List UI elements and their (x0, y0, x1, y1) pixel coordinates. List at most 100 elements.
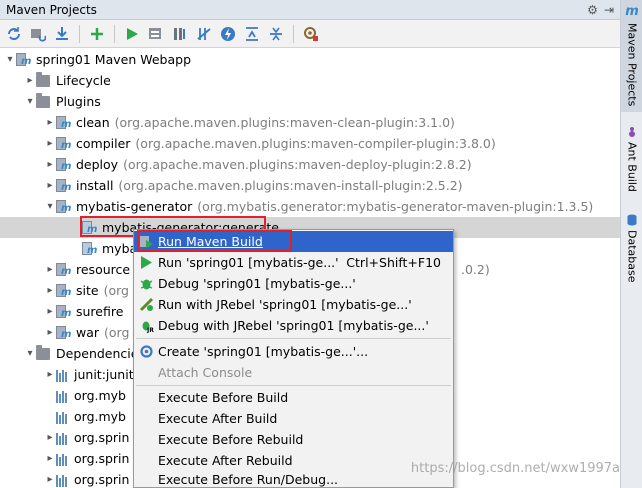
menu-item-run[interactable]: Run 'spring01 [mybatis-ge...' Ctrl+Shift… (134, 252, 453, 273)
plugin-name: site (76, 283, 99, 298)
library-icon (56, 368, 70, 382)
menu-item-debug-jrebel[interactable]: JR Debug with JRebel 'spring01 [mybatis-… (134, 315, 453, 336)
tab-label: Ant Build (625, 142, 639, 192)
database-icon (627, 214, 637, 226)
menu-item-execute-before-run-debug[interactable]: Execute Before Run/Debug... (134, 471, 453, 487)
generate-sources-icon[interactable] (28, 24, 48, 44)
plugin-name: clean (76, 115, 110, 130)
chevron-down-icon[interactable]: ▾ (24, 348, 36, 359)
plugin-row[interactable]: ▾ m mybatis-generator (org.mybatis.gener… (0, 196, 620, 217)
ant-icon (629, 127, 635, 137)
dependency-label: org.sprin (74, 472, 130, 487)
menu-item-execute-before-rebuild[interactable]: Execute Before Rebuild (134, 429, 453, 450)
dependency-label: junit:junit (74, 367, 134, 382)
chevron-down-icon[interactable]: ▾ (4, 54, 16, 65)
menu-item-label: Debug 'spring01 [mybatis-ge...' (158, 276, 356, 291)
tool-window-header: Maven Projects ⚙ ⇥ (0, 0, 620, 20)
collapse-all-icon[interactable] (242, 24, 262, 44)
plugin-name: install (76, 178, 114, 193)
plugin-row[interactable]: ▸ m clean (org.apache.maven.plugins:mave… (0, 112, 620, 133)
library-icon (56, 473, 70, 487)
chevron-right-icon[interactable]: ▸ (44, 138, 56, 149)
chevron-right-icon[interactable]: ▸ (44, 432, 56, 443)
tree-node-project[interactable]: ▾ m spring01 Maven Webapp (0, 49, 620, 70)
menu-item-label: Execute After Build (158, 411, 278, 426)
chevron-right-icon[interactable]: ▸ (44, 306, 56, 317)
folder-icon (36, 92, 52, 110)
library-icon (56, 410, 70, 424)
chevron-down-icon[interactable]: ▾ (44, 201, 56, 212)
menu-item-label: Run with JRebel 'spring01 [mybatis-ge...… (158, 297, 412, 312)
maven-plugin-icon: m (56, 283, 72, 299)
maven-plugin-icon: m (56, 304, 72, 320)
plugin-coordinates: (org.mybatis.generator:mybatis-generator… (197, 199, 594, 214)
menu-item-run-maven-build[interactable]: Run Maven Build (134, 231, 453, 252)
maven-goal-icon: m (82, 241, 98, 257)
jrebel-run-icon (139, 297, 154, 312)
plugin-name: resource (76, 262, 131, 277)
dependency-label: org.myb (74, 388, 126, 403)
expand-all-icon[interactable] (266, 24, 286, 44)
plugin-name: deploy (76, 157, 119, 172)
create-config-icon (140, 345, 153, 358)
menu-item-label: Run Maven Build (158, 234, 263, 249)
chevron-right-icon[interactable]: ▸ (24, 75, 36, 86)
run-configuration-icon[interactable] (146, 24, 166, 44)
plugin-coordinates: (org (104, 325, 130, 340)
plugin-row[interactable]: ▸ m install (org.apache.maven.plugins:ma… (0, 175, 620, 196)
tab-maven-projects[interactable]: m Maven Projects (621, 0, 642, 112)
gear-icon[interactable]: ⚙ (587, 3, 598, 17)
dependency-label: org.myb (74, 409, 126, 424)
menu-item-label: Debug with JRebel 'spring01 [mybatis-ge.… (158, 318, 429, 333)
menu-item-run-jrebel[interactable]: Run with JRebel 'spring01 [mybatis-ge...… (134, 294, 453, 315)
lifecycle-label: Lifecycle (56, 73, 111, 88)
plugin-row[interactable]: ▸ m compiler (org.apache.maven.plugins:m… (0, 133, 620, 154)
dependencies-label: Dependencies (56, 346, 145, 361)
chevron-right-icon[interactable]: ▸ (44, 159, 56, 170)
menu-item-create-config[interactable]: Create 'spring01 [mybatis-ge...'... (134, 341, 453, 362)
maven-plugin-icon: m (56, 178, 72, 194)
menu-item-debug[interactable]: Debug 'spring01 [mybatis-ge...' (134, 273, 453, 294)
chevron-right-icon[interactable]: ▸ (44, 180, 56, 191)
maven-plugin-icon: m (56, 115, 72, 131)
jrebel-debug-icon: JR (142, 321, 154, 333)
settings-icon[interactable] (301, 24, 321, 44)
library-icon (56, 389, 70, 403)
maven-plugin-icon: m (56, 262, 72, 278)
debug-icon (140, 279, 153, 290)
menu-item-execute-after-build[interactable]: Execute After Build (134, 408, 453, 429)
maven-plugin-icon: m (56, 325, 72, 341)
chevron-down-icon[interactable]: ▾ (24, 96, 36, 107)
plugin-name: surefire (76, 304, 124, 319)
tab-ant-build[interactable]: Ant Build (621, 126, 642, 206)
menu-item-execute-before-build[interactable]: Execute Before Build (134, 387, 453, 408)
chevron-right-icon[interactable]: ▸ (44, 285, 56, 296)
tree-node-plugins[interactable]: ▾ Plugins (0, 91, 620, 112)
chevron-right-icon[interactable]: ▸ (44, 264, 56, 275)
maven-toolbar (0, 20, 620, 48)
chevron-right-icon[interactable]: ▸ (44, 327, 56, 338)
tab-database[interactable]: Database (621, 214, 642, 294)
menu-item-execute-after-rebuild[interactable]: Execute After Rebuild (134, 450, 453, 471)
tree-node-lifecycle[interactable]: ▸ Lifecycle (0, 70, 620, 91)
hide-panel-icon[interactable]: ⇥ (604, 3, 614, 17)
chevron-right-icon[interactable]: ▸ (44, 369, 56, 380)
tab-label: Database (625, 230, 639, 283)
chevron-right-icon[interactable]: ▸ (44, 117, 56, 128)
right-tool-strip: m Maven Projects Ant Build Database (620, 0, 642, 488)
maven-icon: m (625, 4, 639, 19)
run-icon[interactable] (122, 24, 142, 44)
lightning-icon[interactable] (218, 24, 238, 44)
skip-tests-icon[interactable] (194, 24, 214, 44)
add-icon[interactable] (87, 24, 107, 44)
toggle-offline-icon[interactable] (170, 24, 190, 44)
plugin-coordinates: (org.apache.maven.plugins:maven-clean-pl… (114, 115, 455, 130)
plugin-name: mybatis-generator (76, 199, 193, 214)
download-icon[interactable] (52, 24, 72, 44)
chevron-right-icon[interactable]: ▸ (44, 474, 56, 485)
tab-label: Maven Projects (625, 23, 639, 107)
chevron-right-icon[interactable]: ▸ (44, 453, 56, 464)
plugin-row[interactable]: ▸ m deploy (org.apache.maven.plugins:mav… (0, 154, 620, 175)
refresh-icon[interactable] (4, 24, 24, 44)
plugin-name: war (76, 325, 100, 340)
